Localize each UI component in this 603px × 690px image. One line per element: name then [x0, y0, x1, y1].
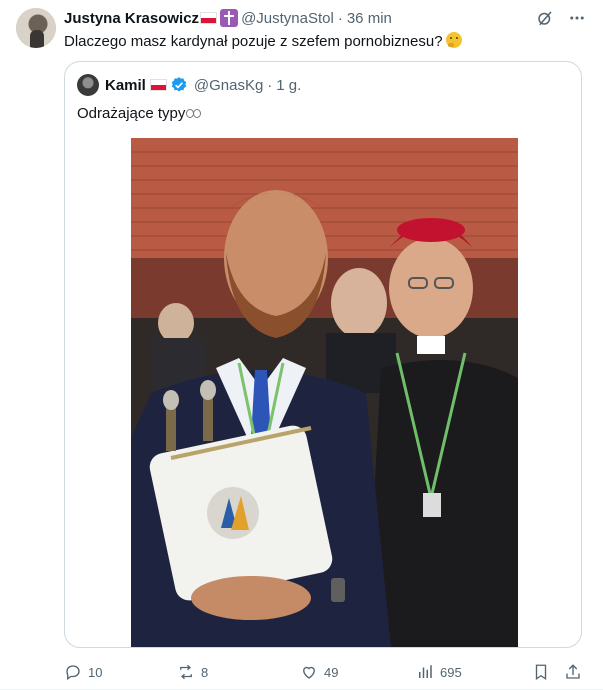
avatar[interactable]	[16, 8, 56, 48]
views-button[interactable]: 695	[416, 660, 462, 684]
repost-count: 8	[201, 664, 209, 680]
like-button[interactable]: 49	[300, 660, 338, 684]
quoted-avatar[interactable]	[77, 74, 99, 96]
thinking-face-icon	[445, 32, 462, 48]
quoted-author-handle: @GnasKg	[193, 76, 264, 94]
share-button[interactable]	[564, 660, 582, 684]
like-icon	[303, 666, 315, 679]
author-name[interactable]: Justyna Krasowicz	[64, 10, 199, 27]
eyes-icon	[186, 109, 202, 118]
tweet-top-actions	[535, 8, 587, 28]
share-icon	[566, 664, 580, 679]
reply-icon	[66, 665, 80, 681]
tweet-actions: 10 8 49 695	[64, 660, 584, 684]
separator: ·	[267, 76, 273, 94]
tweet[interactable]: Justyna Krasowicz @JustynaStol · 36 min …	[0, 0, 603, 690]
grok-icon[interactable]	[535, 8, 555, 28]
poland-flag-icon	[200, 12, 218, 24]
bookmark-icon	[535, 664, 547, 681]
tweet-text: Dlaczego masz kardynał pozuje z szefem p…	[64, 33, 443, 50]
like-count: 49	[324, 664, 339, 680]
quoted-header: Kamil @GnasKg · 1 g.	[105, 74, 301, 96]
quoted-photo[interactable]	[131, 138, 518, 647]
author-handle[interactable]: @JustynaStol	[241, 10, 334, 27]
quoted-author-name: Kamil	[105, 76, 146, 94]
quoted-time: 1 g.	[276, 76, 302, 94]
separator: ·	[337, 9, 343, 27]
reply-count: 10	[88, 664, 103, 680]
verified-badge-icon	[171, 77, 187, 92]
bookmark-button[interactable]	[532, 660, 550, 684]
quoted-tweet[interactable]: Kamil @GnasKg · 1 g. Odrażające typy	[64, 61, 582, 648]
tweet-time[interactable]: 36 min	[347, 10, 392, 27]
repost-icon	[180, 664, 192, 680]
quoted-text: Odrażające typy	[77, 105, 186, 122]
more-icon[interactable]	[567, 8, 587, 28]
reply-button[interactable]: 10	[64, 660, 102, 684]
views-count: 695	[440, 664, 462, 680]
quoted-text-line: Odrażające typy	[77, 104, 202, 124]
poland-flag-icon	[149, 79, 167, 91]
tweet-header: Justyna Krasowicz @JustynaStol · 36 min	[64, 8, 587, 28]
cross-icon	[220, 9, 239, 27]
repost-button[interactable]: 8	[177, 660, 208, 684]
views-icon	[419, 665, 432, 678]
tweet-text-line: Dlaczego masz kardynał pozuje z szefem p…	[64, 32, 462, 52]
